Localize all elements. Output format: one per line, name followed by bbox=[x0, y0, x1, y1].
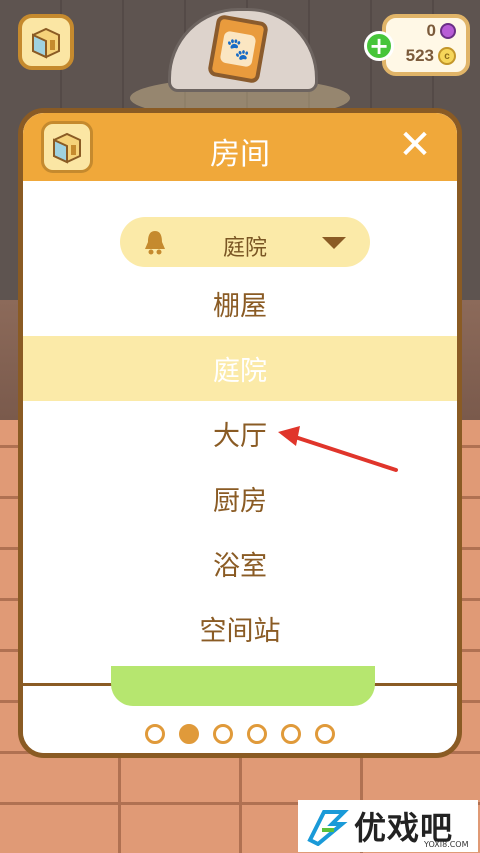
page-dot[interactable] bbox=[179, 724, 199, 744]
watermark: 优戏吧 YOXI8.COM bbox=[298, 800, 478, 852]
room-icon bbox=[32, 27, 60, 59]
red-arrow-annotation bbox=[278, 426, 398, 472]
room-option[interactable]: 庭院 bbox=[23, 336, 457, 401]
chevron-down-icon bbox=[322, 237, 346, 249]
coin-count: 523 bbox=[405, 46, 434, 65]
page-dot[interactable] bbox=[213, 724, 233, 744]
page-dot[interactable] bbox=[145, 724, 165, 744]
room-option[interactable]: 空间站 bbox=[23, 596, 457, 661]
modal-header: 房间 ✕ bbox=[23, 113, 457, 181]
room-menu-button[interactable] bbox=[18, 14, 74, 70]
room-dropdown[interactable]: 庭院 bbox=[120, 217, 370, 267]
close-button[interactable]: ✕ bbox=[395, 125, 435, 165]
watermark-domain: YOXI8.COM bbox=[424, 840, 469, 849]
paw-card-icon: 🐾 bbox=[219, 30, 257, 68]
modal-footer bbox=[23, 666, 457, 753]
page-indicator bbox=[23, 724, 457, 744]
confirm-button[interactable] bbox=[111, 666, 375, 706]
currency-panel: 0 523 c bbox=[382, 14, 470, 76]
add-currency-button[interactable]: + bbox=[364, 31, 394, 61]
page-dot[interactable] bbox=[247, 724, 267, 744]
coin-counter: 523 c bbox=[406, 46, 456, 66]
coin-icon: c bbox=[438, 47, 456, 65]
gem-counter: 0 bbox=[427, 21, 456, 41]
watermark-logo-icon bbox=[307, 810, 349, 846]
cat-card-button[interactable]: 🐾 bbox=[207, 13, 269, 85]
room-option[interactable]: 浴室 bbox=[23, 531, 457, 596]
page-dot[interactable] bbox=[315, 724, 335, 744]
page-dot[interactable] bbox=[281, 724, 301, 744]
gem-count: 0 bbox=[426, 21, 436, 40]
modal-title: 房间 bbox=[210, 137, 270, 172]
gem-icon bbox=[440, 23, 456, 39]
room-option[interactable]: 棚屋 bbox=[23, 271, 457, 336]
